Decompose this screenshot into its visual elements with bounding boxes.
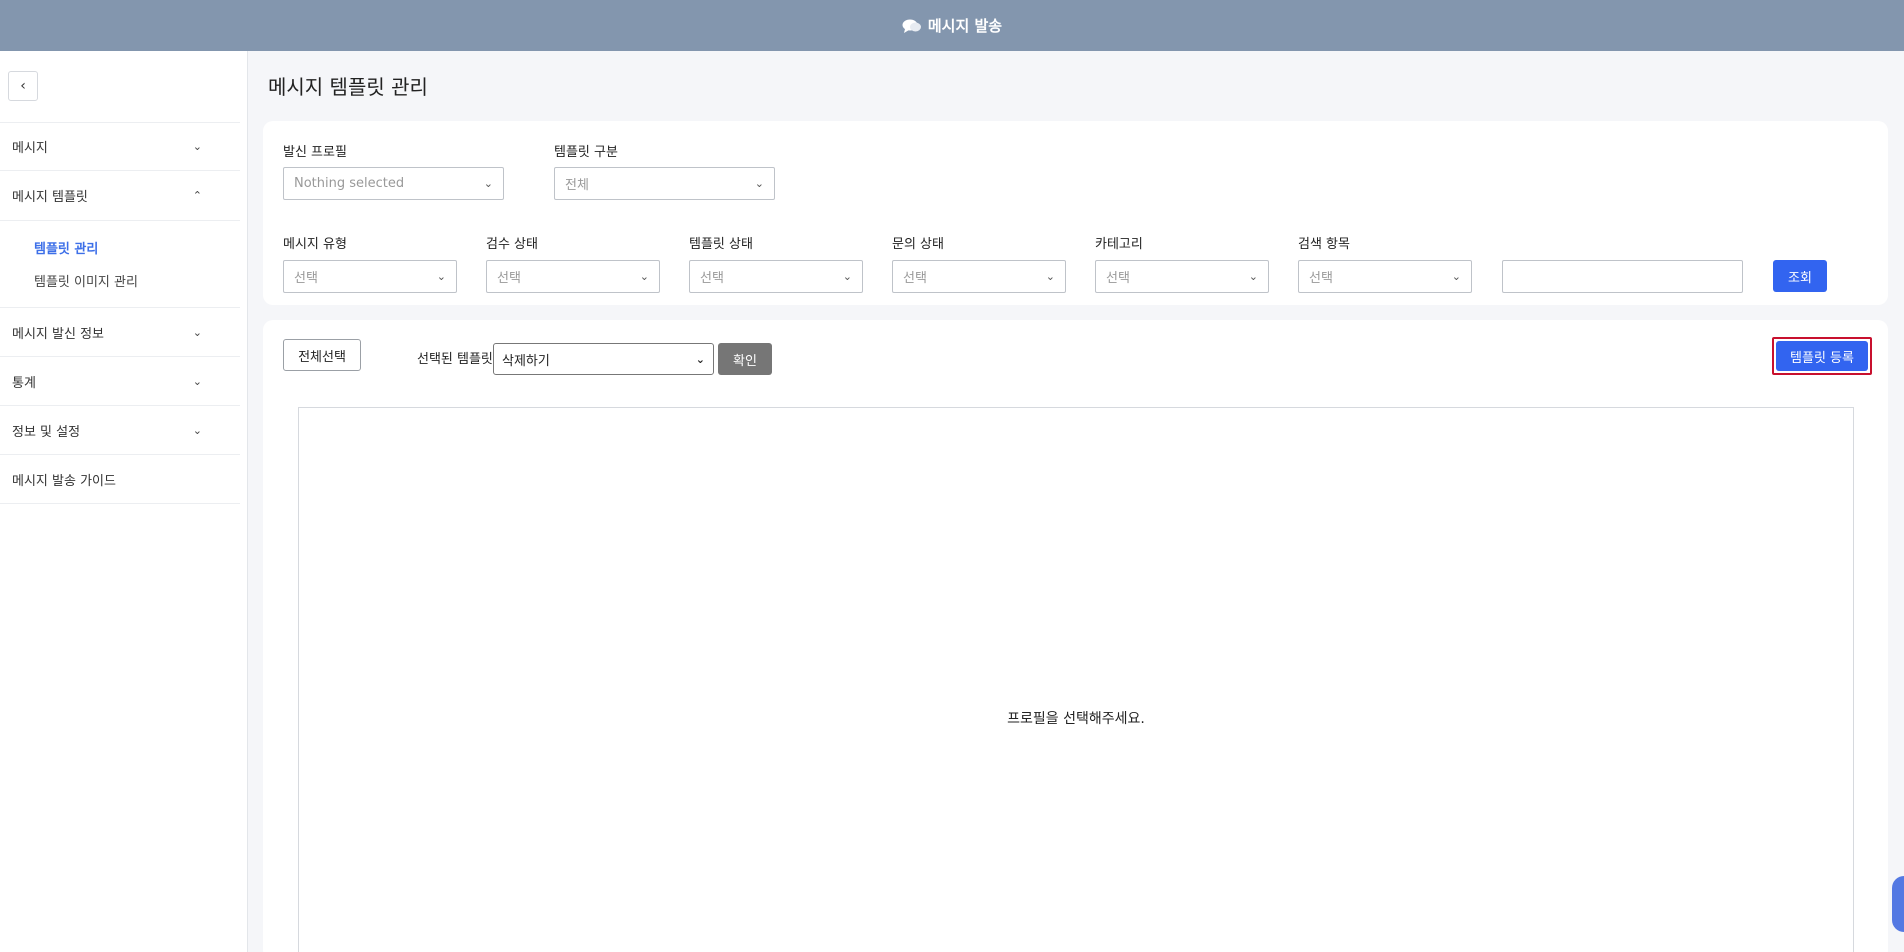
- review-status-label: 검수 상태: [486, 237, 538, 252]
- chevron-left-icon: ‹: [20, 78, 26, 94]
- sidebar-item-label: 메시지 템플릿: [12, 190, 88, 205]
- app-header: 메시지 발송: [0, 0, 1904, 51]
- chevron-down-icon: ⌄: [842, 270, 852, 283]
- chevron-down-icon: ⌄: [1045, 270, 1055, 283]
- select-value: 선택: [700, 271, 724, 286]
- chevron-down-icon: ⌄: [754, 177, 764, 190]
- message-type-select[interactable]: 선택 ⌄: [283, 260, 457, 293]
- search-button[interactable]: 조회: [1773, 260, 1827, 292]
- category-select[interactable]: 선택 ⌄: [1095, 260, 1269, 293]
- search-field-select[interactable]: 선택 ⌄: [1298, 260, 1472, 293]
- template-list-area: 프로필을 선택해주세요.: [298, 407, 1854, 952]
- template-type-select[interactable]: 전체 ⌄: [554, 167, 775, 200]
- select-value: 삭제하기: [502, 353, 550, 369]
- select-value: 선택: [903, 271, 927, 286]
- sidebar-collapse-button[interactable]: ‹: [8, 71, 38, 101]
- sidebar-item-guide[interactable]: 메시지 발송 가이드: [0, 455, 240, 504]
- chevron-down-icon: ⌄: [192, 140, 202, 153]
- select-value: 전체: [565, 178, 589, 193]
- sidebar-item-label: 통계: [12, 375, 36, 391]
- app-title: 메시지 발송: [927, 17, 1003, 35]
- sender-profile-select[interactable]: Nothing selected ⌄: [283, 167, 504, 200]
- template-status-select[interactable]: 선택 ⌄: [689, 260, 863, 293]
- chevron-down-icon: ⌄: [192, 374, 202, 388]
- sidebar-item-label: 메시지 발신 정보: [12, 326, 104, 342]
- sidebar-item-label: 정보 및 설정: [12, 424, 81, 440]
- category-label: 카테고리: [1095, 237, 1143, 252]
- chevron-down-icon: ⌄: [1451, 270, 1461, 283]
- chevron-down-icon: ⌄: [436, 270, 446, 283]
- chevron-down-icon: ⌄: [192, 325, 202, 339]
- select-value: Nothing selected: [294, 176, 405, 191]
- sidebar-item-label: 메시지: [12, 141, 48, 156]
- review-status-select[interactable]: 선택 ⌄: [486, 260, 660, 293]
- select-value: 선택: [294, 271, 318, 286]
- sidebar-item-sender-info[interactable]: 메시지 발신 정보 ⌄: [0, 308, 240, 357]
- template-status-label: 템플릿 상태: [689, 237, 753, 252]
- sidebar-item-settings[interactable]: 정보 및 설정 ⌄: [0, 406, 240, 455]
- sidebar-subitem-template-image[interactable]: 템플릿 이미지 관리: [0, 264, 240, 297]
- select-all-button[interactable]: 전체선택: [283, 339, 361, 371]
- chat-help-button[interactable]: [1892, 876, 1904, 932]
- chevron-down-icon: ⌄: [695, 352, 705, 366]
- chevron-up-icon: ⌃: [192, 189, 202, 202]
- sender-profile-label: 발신 프로필: [283, 145, 347, 160]
- sidebar-item-statistics[interactable]: 통계 ⌄: [0, 357, 240, 406]
- sidebar-item-message-template[interactable]: 메시지 템플릿 ⌃: [0, 171, 240, 220]
- empty-message: 프로필을 선택해주세요.: [1007, 711, 1145, 727]
- sidebar: ‹ 메시지 ⌄ 메시지 템플릿 ⌃ 템플릿 관리 템플릿 이미지 관리 메시지 …: [0, 51, 248, 952]
- bulk-action-select[interactable]: 삭제하기 ⌄: [493, 343, 714, 375]
- inquiry-status-label: 문의 상태: [892, 237, 944, 252]
- chat-bubbles-icon: [902, 19, 921, 33]
- template-type-label: 템플릿 구분: [554, 145, 618, 160]
- sidebar-item-label: 메시지 발송 가이드: [12, 473, 116, 489]
- page-title: 메시지 템플릿 관리: [268, 75, 428, 99]
- sidebar-subitem-template-manage[interactable]: 템플릿 관리: [0, 231, 240, 264]
- search-input[interactable]: [1502, 260, 1743, 293]
- confirm-button[interactable]: 확인: [718, 343, 772, 375]
- filter-panel: 발신 프로필 Nothing selected ⌄ 템플릿 구분 전체 ⌄ 메시…: [263, 121, 1888, 305]
- select-value: 선택: [1309, 271, 1333, 286]
- select-value: 선택: [497, 271, 521, 286]
- sidebar-submenu: 템플릿 관리 템플릿 이미지 관리: [0, 220, 240, 308]
- chevron-down-icon: ⌄: [483, 177, 493, 190]
- register-highlight: 템플릿 등록: [1772, 337, 1872, 375]
- inquiry-status-select[interactable]: 선택 ⌄: [892, 260, 1066, 293]
- sidebar-menu: 메시지 ⌄ 메시지 템플릿 ⌃ 템플릿 관리 템플릿 이미지 관리 메시지 발신…: [0, 122, 240, 504]
- chevron-down-icon: ⌄: [639, 270, 649, 283]
- register-template-button[interactable]: 템플릿 등록: [1776, 341, 1868, 371]
- chevron-down-icon: ⌄: [192, 423, 202, 437]
- select-value: 선택: [1106, 271, 1130, 286]
- bulk-action-label: 선택된 템플릿: [417, 352, 493, 367]
- sidebar-item-message[interactable]: 메시지 ⌄: [0, 122, 240, 171]
- chevron-down-icon: ⌄: [1248, 270, 1258, 283]
- search-field-label: 검색 항목: [1298, 237, 1350, 252]
- message-type-label: 메시지 유형: [283, 237, 347, 252]
